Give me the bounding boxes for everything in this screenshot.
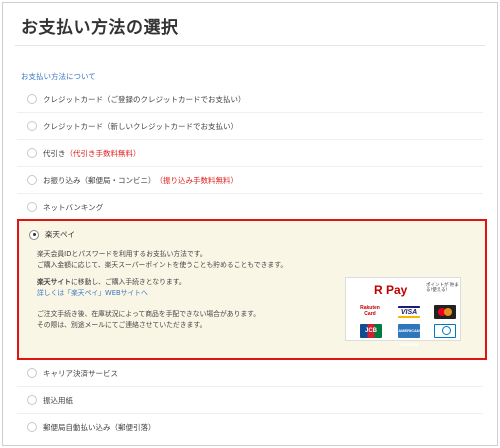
divider bbox=[17, 139, 483, 140]
option-net-banking[interactable]: ネットバンキング bbox=[27, 199, 103, 215]
option-credit-new[interactable]: クレジットカード（新しいクレジットカードでお支払い） bbox=[27, 118, 238, 134]
rakuten-site-bold: 楽天サイト bbox=[37, 278, 71, 286]
divider bbox=[17, 193, 483, 194]
option-label: クレジットカード（ご登録のクレジットカードでお支払い） bbox=[43, 94, 246, 104]
title-divider bbox=[15, 45, 485, 46]
amex-logo: AMERICAN EXPRESS bbox=[398, 324, 420, 347]
option-fee-note: （振り込み手数料無料） bbox=[155, 175, 239, 185]
visa-logo: VISA bbox=[398, 306, 420, 318]
radio-button[interactable] bbox=[27, 202, 37, 212]
stock-note-2: その際は、別途メールにてご連絡させていただきます。 bbox=[37, 321, 207, 329]
rakuten-pay-desc-2: ご購入金額に応じて、楽天スーパーポイントを使うことも貯めることもできます。 bbox=[37, 261, 288, 269]
radio-button[interactable] bbox=[27, 94, 37, 104]
radio-button[interactable] bbox=[27, 148, 37, 158]
payment-methods-info-link[interactable]: お支払い方法について bbox=[21, 71, 96, 82]
option-fee-note: （代引き手数料無料） bbox=[65, 148, 141, 158]
option-label: 楽天ペイ bbox=[45, 230, 75, 239]
option-postal-auto-debit[interactable]: 郵便局自動払い込み（郵便引落） bbox=[27, 419, 156, 435]
divider bbox=[17, 386, 483, 387]
page-frame: お支払い方法の選択 お支払い方法について クレジットカード（ご登録のクレジットカ… bbox=[2, 2, 498, 446]
option-label: ネットバンキング bbox=[43, 202, 104, 212]
option-label: キャリア決済サービス bbox=[43, 368, 118, 378]
option-credit-registered[interactable]: クレジットカード（ご登録のクレジットカードでお支払い） bbox=[27, 91, 246, 107]
mastercard-logo bbox=[434, 305, 456, 319]
diners-club-logo bbox=[434, 324, 456, 338]
jcb-logo: JCB bbox=[360, 324, 382, 338]
option-payment-slip[interactable]: 振込用紙 bbox=[27, 392, 73, 408]
move-note-rest: に移動し、ご購入手続きとなります。 bbox=[70, 278, 186, 286]
option-label: 振込用紙 bbox=[43, 395, 73, 405]
option-bank-transfer[interactable]: お振り込み（郵便局・コンビニ） （振り込み手数料無料） bbox=[27, 172, 238, 188]
radio-button[interactable] bbox=[27, 368, 37, 378]
rakuten-pay-panel: 楽天ペイ 楽天会員IDとパスワードを利用するお支払い方法です。 ご購入金額に応じ… bbox=[17, 219, 487, 360]
rakuten-pay-logo: R Pay bbox=[374, 283, 408, 297]
option-rakuten-pay[interactable]: 楽天ペイ bbox=[29, 229, 75, 240]
option-label: 代引き bbox=[43, 148, 66, 158]
option-label: クレジットカード（新しいクレジットカードでお支払い） bbox=[43, 121, 238, 131]
option-label: お振り込み（郵便局・コンビニ） bbox=[43, 175, 156, 185]
option-cod[interactable]: 代引き （代引き手数料無料） bbox=[27, 145, 141, 161]
rakuten-pay-desc-1: 楽天会員IDとパスワードを利用するお支払い方法です。 bbox=[37, 250, 207, 258]
stock-note-1: ご注文手続き後、在庫状況によって商品を手配できない場合があります。 bbox=[37, 310, 261, 318]
rakuten-pay-details-link[interactable]: 詳しくは「楽天ペイ」WEBサイトへ bbox=[37, 288, 148, 299]
radio-button-selected[interactable] bbox=[29, 229, 39, 240]
rakuten-pay-logo-card: R Pay ポイントが 貯まる!使える! Rakuten Card VISA J… bbox=[345, 277, 461, 347]
rakuten-card-logo: Rakuten Card bbox=[360, 305, 380, 317]
rakuten-pay-move-note: 楽天サイトに移動し、ご購入手続きとなります。 bbox=[37, 277, 186, 288]
option-carrier-billing[interactable]: キャリア決済サービス bbox=[27, 365, 118, 381]
radio-button[interactable] bbox=[27, 422, 37, 432]
divider bbox=[17, 112, 483, 113]
rakuten-pay-logo-sub: ポイントが 貯まる!使える! bbox=[426, 283, 459, 293]
divider bbox=[17, 166, 483, 167]
radio-button[interactable] bbox=[27, 395, 37, 405]
radio-button[interactable] bbox=[27, 121, 37, 131]
divider bbox=[17, 413, 483, 414]
option-label: 郵便局自動払い込み（郵便引落） bbox=[43, 422, 156, 432]
radio-button[interactable] bbox=[27, 175, 37, 185]
page-title: お支払い方法の選択 bbox=[21, 18, 179, 38]
